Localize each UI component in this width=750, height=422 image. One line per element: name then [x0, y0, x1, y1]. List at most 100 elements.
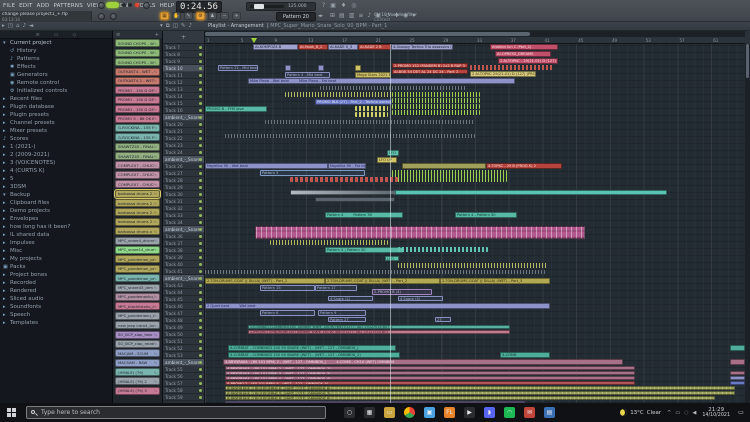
track-mute-led[interactable] — [199, 130, 202, 133]
help-icon[interactable]: ? — [322, 2, 325, 9]
track-header[interactable]: Track 20 — [163, 121, 204, 128]
wrench-icon[interactable]: ⚙ — [196, 12, 205, 20]
picker-item[interactable]: barbossa drums x ∿ — [115, 227, 160, 235]
playlist-clip[interactable] — [285, 92, 392, 97]
audio-icon[interactable]: ♪ — [22, 23, 26, 30]
photos-icon[interactable]: ▣ — [424, 407, 435, 418]
track-header[interactable]: Track 58 — [163, 387, 204, 394]
browser-item-current-project[interactable]: ▾ Current project — [0, 39, 112, 47]
playlist-clip[interactable]: 4-COMB — [500, 352, 550, 358]
pitch-up-icon[interactable]: + — [232, 12, 241, 20]
track-header[interactable]: ambient_-_Snare19 (2) — [163, 156, 204, 163]
track-header[interactable]: Track 29 — [163, 184, 204, 191]
swing-knob[interactable] — [110, 13, 117, 20]
playlist-clip[interactable] — [730, 376, 745, 380]
track-header[interactable]: Track 52 — [163, 345, 204, 352]
playlist-clip[interactable] — [270, 240, 388, 245]
playlist-clip[interactable]: Pattern 4 - Pattern 30 — [455, 212, 517, 218]
playlist-clip[interactable]: 4-COMBAT - COMBINED 150 90 SNARE (WET) -… — [228, 352, 400, 358]
piano-roll-icon[interactable]: ▤ — [339, 12, 345, 19]
window-icon[interactable]: ◳ — [8, 23, 13, 30]
track-header[interactable]: Track 11 — [163, 72, 204, 79]
picker-item[interactable]: SHAWTZ45 - FINAL 90Y 2 ∿ — [115, 152, 160, 160]
track-mute-led[interactable] — [199, 186, 202, 189]
track-header[interactable]: Track 15 — [163, 100, 204, 107]
picker-item[interactable]: MPC_snare14_drums ∿ — [115, 246, 160, 254]
browser-item-patterns[interactable]: ♪ Patterns — [0, 55, 112, 63]
track-header[interactable]: Track 26 — [163, 163, 204, 170]
spotify-icon[interactable]: ◠ — [504, 407, 515, 418]
track-mute-led[interactable] — [199, 305, 202, 308]
track-header[interactable]: Track 50 — [163, 331, 204, 338]
fl-studio-icon[interactable]: FL — [444, 407, 455, 418]
browser-item-demo-projects[interactable]: ▸ Demo projects — [0, 207, 112, 215]
track-header[interactable]: Track 57 — [163, 380, 204, 387]
channel-rack-icon[interactable]: ▥ — [349, 12, 355, 19]
track-mute-led[interactable] — [199, 347, 202, 350]
mic-icon[interactable]: ♦ — [341, 2, 346, 9]
playlist-clip[interactable] — [392, 170, 507, 182]
browser-tab-1[interactable]: ▭ — [54, 32, 59, 38]
playlist-clip[interactable] — [730, 359, 745, 365]
playlist-clip[interactable]: 2 AI-TOPKC 29(21-01) D (127) (PROD K) — [470, 71, 536, 77]
track-header[interactable]: Track 14 — [163, 93, 204, 100]
picker-item[interactable]: G-ROCKINA - 155 FAG B 2 ∿ — [115, 133, 160, 141]
track-mute-led[interactable] — [199, 389, 202, 392]
monitor-icon[interactable]: ▣ — [330, 2, 336, 9]
playlist-clip[interactable] — [392, 98, 480, 103]
playlist-clip[interactable] — [290, 190, 395, 195]
browser-item-2-2009-2021-[interactable]: ▸ 2 (2009-2021) — [0, 151, 112, 159]
browser-tab-0[interactable]: ≡ — [36, 32, 40, 38]
browser-item-templates[interactable]: ▸ Templates — [0, 319, 112, 327]
track-mute-led[interactable] — [199, 361, 202, 364]
playlist-clip[interactable]: LFO — [385, 256, 399, 261]
playlist-clip[interactable]: AI-KOMPOZ4 B — [253, 44, 298, 50]
record-button[interactable] — [135, 3, 139, 7]
track-mute-led[interactable] — [199, 158, 202, 161]
playlist-clip[interactable]: Pattern 6 — [260, 310, 315, 316]
browser-item-recent-files[interactable]: ▸ Recent files — [0, 95, 112, 103]
tempo-slider[interactable] — [250, 5, 284, 8]
menu-patterns[interactable]: PATTERNS — [53, 3, 82, 9]
browser-item-plugin-presets[interactable]: ▸ Plugin presets — [0, 111, 112, 119]
playlist-clip[interactable]: 4-BBYDRAKA - (80 101 BPM) 2 - (WET - 127… — [223, 359, 623, 365]
playlist-clip[interactable]: 4-BBYDRAKA - (80 SSS BPM) 6 - (WET - 127… — [225, 386, 735, 390]
track-mute-led[interactable] — [199, 221, 202, 224]
detach-icon[interactable]: ▸ — [2, 23, 5, 30]
playlist-clip[interactable]: LFO — [387, 150, 399, 156]
playlist-clip[interactable]: Pattern 9 — [318, 310, 366, 316]
track-header[interactable]: Track 16 — [163, 107, 204, 114]
playlist-clip[interactable]: 4-Snoopy Techno Trio assassins (WET) - P… — [391, 44, 453, 50]
track-header[interactable]: Track 13 — [163, 86, 204, 93]
picker-item[interactable]: COMPLEX7 - CHUCK AG 2 ∿ — [115, 171, 160, 179]
playlist-clip[interactable]: 4 Snare (2) — [328, 296, 373, 301]
playlist-clip[interactable]: 4-PROMO 2 - (80 101 BPM) 5 - (WET - 127 … — [225, 381, 635, 385]
stop-button[interactable] — [128, 3, 132, 7]
browser-icon[interactable]: ♪ — [367, 12, 371, 19]
browser-item-sliced-audio[interactable]: ▸ Sliced audio — [0, 295, 112, 303]
playlist-clip[interactable] — [730, 381, 745, 385]
movies-icon[interactable]: ▶ — [464, 407, 475, 418]
track-header[interactable]: Track 49 — [163, 324, 204, 331]
playlist-clip[interactable] — [265, 120, 475, 124]
playlist-clip[interactable] — [402, 163, 486, 169]
playlist-clip[interactable]: PROMO B - FYM love — [205, 106, 267, 112]
track-header[interactable]: Track 59 — [163, 394, 204, 401]
picker-item[interactable]: (HMALE) (79) 3 ∿ — [115, 387, 160, 395]
playlist-clip[interactable]: 2-PROMO 152 (PANDEM B) 2x2 B RAP 3 — [392, 63, 468, 68]
track-header[interactable]: Track 23 — [163, 142, 204, 149]
browser-tabs[interactable]: ≡ ▭ ◇ — [0, 31, 112, 39]
picker-header[interactable]: ≡+ — [113, 31, 162, 38]
playlist-clip[interactable]: Pattern 4 | Pattern 30 — [325, 247, 403, 253]
browser-tab-2[interactable]: ◇ — [73, 32, 77, 38]
playlist-clip[interactable]: 2-TON-DRUMS-GOAT (J DILLA) (WET) - Part_… — [205, 278, 325, 284]
track-mute-led[interactable] — [199, 319, 202, 322]
playlist-clip[interactable]: AI-KADE 2 B — [358, 44, 391, 50]
picker-item[interactable]: MPC_pandemon_per ∿ — [115, 255, 160, 263]
playlist-clip[interactable] — [315, 197, 395, 202]
playlist-clip[interactable]: 1-(COMBAT)-(COMBINED150)_pandem_snare_15… — [248, 325, 510, 329]
playlist-clip[interactable]: Nayelika 90 - Wet beat — [205, 163, 328, 169]
browser-item-project-bones[interactable]: ▸ Project bones — [0, 271, 112, 279]
browser-item-4-curtis-k-[interactable]: ▸ 4 (CURTIS K) — [0, 167, 112, 175]
picker-item[interactable]: SO_BCP_clap_relate ∿ — [115, 340, 160, 348]
